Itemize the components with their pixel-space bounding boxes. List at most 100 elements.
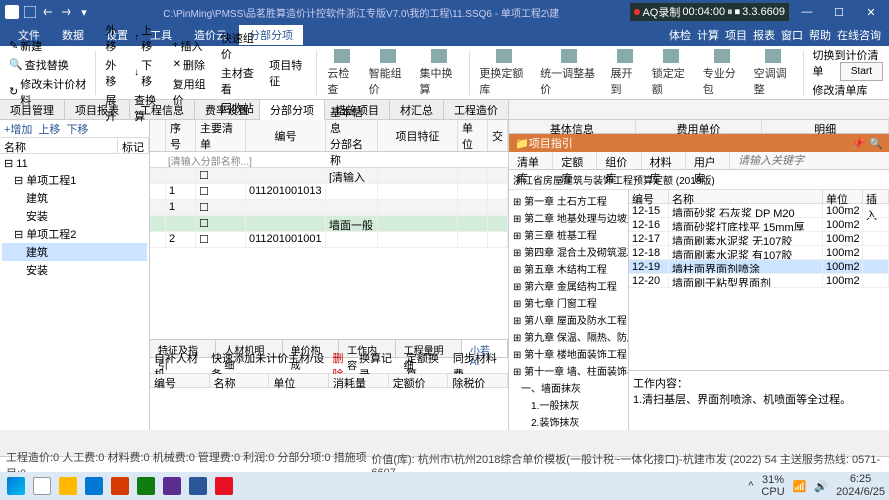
- sub-node[interactable]: 一、墙面抹灰: [511, 379, 626, 396]
- tree-node[interactable]: 建筑: [2, 189, 147, 207]
- tree-node[interactable]: 安装: [2, 207, 147, 225]
- rib-air[interactable]: 空调调整: [750, 47, 797, 99]
- rib-check[interactable]: 查换算: [131, 91, 166, 125]
- chapter-node[interactable]: ⊞ 第六章 金属结构工程: [511, 277, 626, 294]
- tree-node[interactable]: ⊟ 单项工程1: [2, 171, 147, 189]
- rt-report[interactable]: 报表: [753, 27, 775, 43]
- rib-expand[interactable]: 展开到: [607, 47, 644, 99]
- rib-main[interactable]: 主材查看: [218, 64, 262, 98]
- rib-out1[interactable]: 外移: [102, 21, 127, 55]
- rib-trash[interactable]: 回收站: [218, 99, 262, 117]
- rib-expand1[interactable]: 展开: [102, 91, 127, 125]
- quota-row[interactable]: 12-18墙面刷素水泥浆 有107胶100m2: [629, 246, 889, 260]
- maximize-button[interactable]: ☐: [825, 0, 853, 24]
- chapter-node[interactable]: ⊞ 第十章 楼地面装饰工程: [511, 345, 626, 362]
- chapter-node[interactable]: ⊞ 第三章 桩基工程: [511, 226, 626, 243]
- rib-find[interactable]: 🔍查找替换: [6, 56, 89, 74]
- chapter-node[interactable]: ⊞ 第五章 木结构工程: [511, 260, 626, 277]
- quota-row[interactable]: 12-17墙面刷素水泥浆 无107胶100m2: [629, 232, 889, 246]
- grid-row[interactable]: 2☐011201001001: [150, 232, 508, 248]
- rib-new[interactable]: ✎新建: [6, 37, 89, 55]
- rib-pro[interactable]: 专业分包: [699, 47, 746, 99]
- quota-row[interactable]: 12-15墙面砂浆 石灰浆 DP M20100m2: [629, 204, 889, 218]
- rib-up[interactable]: ↑上移: [131, 21, 166, 55]
- rib-concentrate[interactable]: 集中换算: [416, 47, 463, 99]
- sub-node[interactable]: 1.一般抹灰: [511, 396, 626, 413]
- st-user[interactable]: 用户库: [686, 152, 730, 169]
- tree-down[interactable]: 下移: [66, 121, 88, 137]
- chapter-node[interactable]: ⊞ 第八章 屋面及防水工程: [511, 311, 626, 328]
- rib-lock[interactable]: 锁定定额: [648, 47, 695, 99]
- tab-section[interactable]: 分部分项: [260, 100, 325, 120]
- rec-pause-icon[interactable]: ⏸: [727, 6, 733, 19]
- tray-chevron-icon[interactable]: ^: [748, 480, 753, 492]
- grid-row[interactable]: 1☐: [150, 200, 508, 216]
- rt-check[interactable]: 体检: [669, 27, 691, 43]
- clock[interactable]: 6:25 2024/6/25: [836, 473, 885, 499]
- rp-search-input[interactable]: [730, 152, 889, 169]
- rib-insert[interactable]: +插入: [170, 37, 214, 55]
- tree-node[interactable]: 建筑: [2, 243, 147, 261]
- task-icon-7[interactable]: [212, 474, 236, 498]
- tree-up[interactable]: 上移: [38, 121, 60, 137]
- chapter-node[interactable]: ⊞ 第七章 门窗工程: [511, 294, 626, 311]
- quota-row[interactable]: 12-19墙柱面界面剂喷涂100m2: [629, 260, 889, 274]
- tree-node[interactable]: ⊟ 11: [2, 156, 147, 171]
- rib-down[interactable]: ↓下移: [131, 56, 166, 90]
- rib-modlib[interactable]: 修改清单库: [810, 81, 884, 99]
- rt-project[interactable]: 项目: [725, 27, 747, 43]
- save-icon[interactable]: [22, 4, 38, 20]
- sub-node[interactable]: 2.装饰抹灰: [511, 413, 626, 430]
- tree-node[interactable]: 安装: [2, 261, 147, 279]
- start-icon[interactable]: [4, 474, 28, 498]
- grid-row[interactable]: 1☐011201001013: [150, 184, 508, 200]
- st-group[interactable]: 组价库: [597, 152, 641, 169]
- task-icon-4[interactable]: [134, 474, 158, 498]
- task-icon-3[interactable]: [108, 474, 132, 498]
- search-task-icon[interactable]: [30, 474, 54, 498]
- rib-reuse[interactable]: 复用组价: [170, 75, 214, 109]
- tray-sound-icon[interactable]: 🔊: [814, 480, 828, 493]
- rib-modify[interactable]: ↻修改未计价材料: [6, 75, 89, 109]
- rt-calc[interactable]: 计算: [697, 27, 719, 43]
- chapter-node[interactable]: ⊞ 第一章 土石方工程: [511, 192, 626, 209]
- rp-pin-icon[interactable]: 📌: [852, 137, 866, 150]
- tree-node[interactable]: ⊟ 单项工程2: [2, 225, 147, 243]
- st-quota[interactable]: 定额库: [553, 152, 597, 169]
- chapter-node[interactable]: ⊞ 第九章 保温、隔热、防腐工程: [511, 328, 626, 345]
- minimize-button[interactable]: —: [793, 0, 821, 24]
- chapter-node[interactable]: ⊞ 第四章 混合土及砌筑混凝土工程: [511, 243, 626, 260]
- tool-icon[interactable]: ▾: [76, 4, 92, 20]
- st-list[interactable]: 清单库: [509, 152, 553, 169]
- undo-icon[interactable]: [40, 4, 56, 20]
- grid-row[interactable]: ☐[清输入分部名称:电子评标勿删]: [150, 168, 508, 184]
- rec-stop-icon[interactable]: ⏹: [735, 6, 741, 19]
- quota-row[interactable]: 12-16墙面砂浆打底找平 15mm厚 DP M15100m2: [629, 218, 889, 232]
- tab-material[interactable]: 材汇总: [390, 100, 444, 119]
- redo-icon[interactable]: [58, 4, 74, 20]
- rib-smart[interactable]: 智能组价: [365, 47, 412, 99]
- rib-fast[interactable]: 快速组价: [218, 29, 262, 63]
- chapter-node[interactable]: ⊞ 第二章 地基处理与边坡支护工程: [511, 209, 626, 226]
- grid-row[interactable]: ☐墙面一般抹灰: [150, 216, 508, 232]
- rt-help[interactable]: 帮助: [809, 27, 831, 43]
- tab-cost[interactable]: 工程造价: [444, 100, 509, 119]
- rib-cloud[interactable]: 云检查: [323, 47, 360, 99]
- rp-search-icon[interactable]: 🔍: [869, 137, 883, 150]
- task-icon-6[interactable]: [186, 474, 210, 498]
- rt-online[interactable]: 在线咨询: [837, 27, 881, 43]
- rib-feature[interactable]: 项目特征: [266, 56, 310, 90]
- rib-del[interactable]: ✕删除: [170, 56, 214, 74]
- rib-change[interactable]: 更换定额库: [475, 47, 532, 99]
- quota-row[interactable]: 12-20墙面刷干粘型界面剂100m2: [629, 274, 889, 288]
- rib-adjust[interactable]: 统一调整基价: [536, 47, 602, 99]
- chapter-node[interactable]: ⊞ 第十一章 墙、柱面装饰与隔断、幕墙工: [511, 362, 626, 379]
- tree-add[interactable]: +增加: [4, 121, 32, 137]
- task-icon-1[interactable]: [56, 474, 80, 498]
- rt-window[interactable]: 窗口: [781, 27, 803, 43]
- rp-root[interactable]: 浙江省房屋建筑与装饰工程预算定额 (2018版): [509, 170, 889, 190]
- st-mat[interactable]: 材料库: [642, 152, 686, 169]
- task-icon-5[interactable]: [160, 474, 184, 498]
- start-button[interactable]: Start: [840, 62, 883, 81]
- tray-wifi-icon[interactable]: 📶: [793, 480, 807, 493]
